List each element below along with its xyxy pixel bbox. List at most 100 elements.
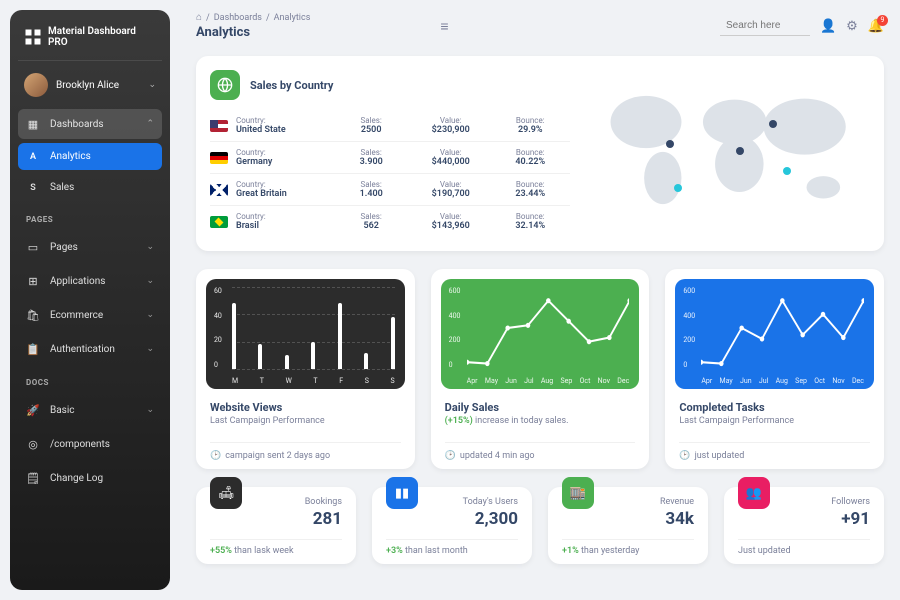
stat-footer: Just updated: [738, 539, 870, 556]
line-chart: 6004002000 AprMayJunJulAugSepOctNovDec: [675, 279, 874, 389]
clock-icon: 🕑: [210, 451, 221, 461]
notifications-icon[interactable]: 🔔9: [868, 19, 884, 34]
nav-ecommerce[interactable]: 🛍 Ecommerce ⌄: [18, 300, 162, 330]
nav-label: Dashboards: [50, 119, 104, 130]
nav-applications[interactable]: ⊞ Applications ⌄: [18, 266, 162, 296]
flag-icon: [210, 184, 228, 196]
clock-icon: 🕑: [445, 451, 456, 461]
dashboard-icon: ▦: [26, 117, 40, 131]
store-icon: 🏬: [562, 477, 594, 509]
world-map[interactable]: [590, 70, 870, 237]
breadcrumb[interactable]: ⌂ / Dashboards / Analytics: [196, 12, 310, 23]
country-row[interactable]: Country:Germany Sales:3.900 Value:$440,0…: [210, 142, 570, 174]
nav-analytics[interactable]: A Analytics: [18, 143, 162, 170]
user-name: Brooklyn Alice: [56, 80, 119, 91]
country-title: Sales by Country: [250, 79, 333, 92]
brand-text: Material Dashboard PRO: [48, 26, 156, 48]
nav-basic[interactable]: 🚀 Basic ⌄: [18, 395, 162, 425]
sales-by-country-card: Sales by Country Country:United State Sa…: [196, 56, 884, 251]
breadcrumb-root[interactable]: Dashboards: [214, 13, 262, 23]
nav-section-pages: PAGES: [18, 205, 162, 228]
brand[interactable]: Material Dashboard PRO: [18, 22, 162, 61]
nav-sales[interactable]: S Sales: [18, 174, 162, 201]
nav-label: /components: [50, 439, 110, 450]
page-title: Analytics: [196, 25, 310, 40]
stat-value: 2,300: [386, 509, 518, 529]
website-views-card: 6040200 MTWTFSS Website Views Last Campa…: [196, 269, 415, 469]
main-content: ⌂ / Dashboards / Analytics Analytics ≡ 👤…: [180, 0, 900, 600]
globe-icon: [210, 70, 240, 100]
rocket-icon: 🚀: [26, 403, 40, 417]
daily-sales-card: 6004002000 AprMayJunJulAugSepOctNovDec D…: [431, 269, 650, 469]
nav-pages[interactable]: ▭ Pages ⌄: [18, 232, 162, 262]
map-marker[interactable]: [736, 147, 744, 155]
bar-chart: 6040200 MTWTFSS: [206, 279, 405, 389]
account-icon[interactable]: 👤: [820, 19, 836, 34]
nav-changelog[interactable]: 🗒 Change Log: [18, 463, 162, 493]
chevron-down-icon: ⌄: [146, 310, 154, 320]
flag-icon: [210, 120, 228, 132]
map-marker[interactable]: [783, 167, 791, 175]
stat-footer: +3% than last month: [386, 539, 518, 556]
nav-letter: A: [26, 152, 40, 162]
chart-title: Daily Sales: [445, 401, 636, 414]
breadcrumb-current: Analytics: [274, 13, 311, 23]
nav-section-docs: DOCS: [18, 368, 162, 391]
apps-icon: ⊞: [26, 274, 40, 288]
chart-footer: updated 4 min ago: [460, 451, 535, 461]
nav-letter: S: [26, 183, 40, 193]
nav-label: Authentication: [50, 344, 115, 355]
topbar: ⌂ / Dashboards / Analytics Analytics ≡ 👤…: [196, 12, 884, 40]
chevron-up-icon: ⌃: [146, 119, 154, 129]
chevron-down-icon: ⌄: [146, 276, 154, 286]
document-icon: 📋: [26, 342, 40, 356]
stat-footer: +55% than lask week: [210, 539, 342, 556]
chart-subtitle: Last Campaign Performance: [679, 416, 870, 426]
menu-toggle-icon[interactable]: ≡: [440, 18, 448, 35]
user-menu[interactable]: Brooklyn Alice ⌄: [18, 65, 162, 105]
nav-label: Analytics: [50, 151, 91, 162]
nav-authentication[interactable]: 📋 Authentication ⌄: [18, 334, 162, 364]
stat-value: 34k: [562, 509, 694, 529]
chart-subtitle: Last Campaign Performance: [210, 416, 401, 426]
stat-revenue: 🏬 Revenue 34k +1% than yesterday: [548, 487, 708, 564]
sidebar: Material Dashboard PRO Brooklyn Alice ⌄ …: [10, 10, 170, 590]
map-marker[interactable]: [674, 184, 682, 192]
map-marker[interactable]: [666, 140, 674, 148]
stat-value: +91: [738, 509, 870, 529]
brand-icon: [24, 28, 42, 46]
home-icon[interactable]: ⌂: [196, 12, 202, 23]
chevron-down-icon: ⌄: [146, 242, 154, 252]
stat-followers: 👥 Followers +91 Just updated: [724, 487, 884, 564]
components-icon: ◎: [26, 437, 40, 451]
notif-badge: 9: [877, 15, 888, 26]
weekend-icon: 🛋: [210, 477, 242, 509]
settings-icon[interactable]: ⚙: [846, 19, 858, 34]
nav-components[interactable]: ◎ /components: [18, 429, 162, 459]
nav-label: Applications: [50, 276, 105, 287]
stat-footer: +1% than yesterday: [562, 539, 694, 556]
stats-row: 🛋 Bookings 281 +55% than lask week ▮▮ To…: [196, 487, 884, 564]
chart-row: 6040200 MTWTFSS Website Views Last Campa…: [196, 269, 884, 469]
country-row[interactable]: Country:Brasil Sales:562 Value:$143,960 …: [210, 206, 570, 237]
country-row[interactable]: Country:United State Sales:2500 Value:$2…: [210, 110, 570, 142]
country-row[interactable]: Country:Great Britain Sales:1.400 Value:…: [210, 174, 570, 206]
person-add-icon: 👥: [738, 477, 770, 509]
chart-footer: just updated: [695, 451, 745, 461]
basket-icon: 🛍: [26, 308, 40, 322]
nav-dashboards[interactable]: ▦ Dashboards ⌃: [18, 109, 162, 139]
page-icon: ▭: [26, 240, 40, 254]
avatar: [24, 73, 48, 97]
stat-users: ▮▮ Today's Users 2,300 +3% than last mon…: [372, 487, 532, 564]
nav-label: Sales: [50, 182, 74, 193]
flag-icon: [210, 216, 228, 228]
country-table: Country:United State Sales:2500 Value:$2…: [210, 110, 570, 237]
flag-icon: [210, 152, 228, 164]
chart-title: Completed Tasks: [679, 401, 870, 414]
search-input[interactable]: [720, 16, 810, 36]
nav-label: Change Log: [50, 473, 103, 484]
stat-value: 281: [210, 509, 342, 529]
nav-label: Pages: [50, 242, 78, 253]
line-chart: 6004002000 AprMayJunJulAugSepOctNovDec: [441, 279, 640, 389]
nav-label: Basic: [50, 405, 75, 416]
